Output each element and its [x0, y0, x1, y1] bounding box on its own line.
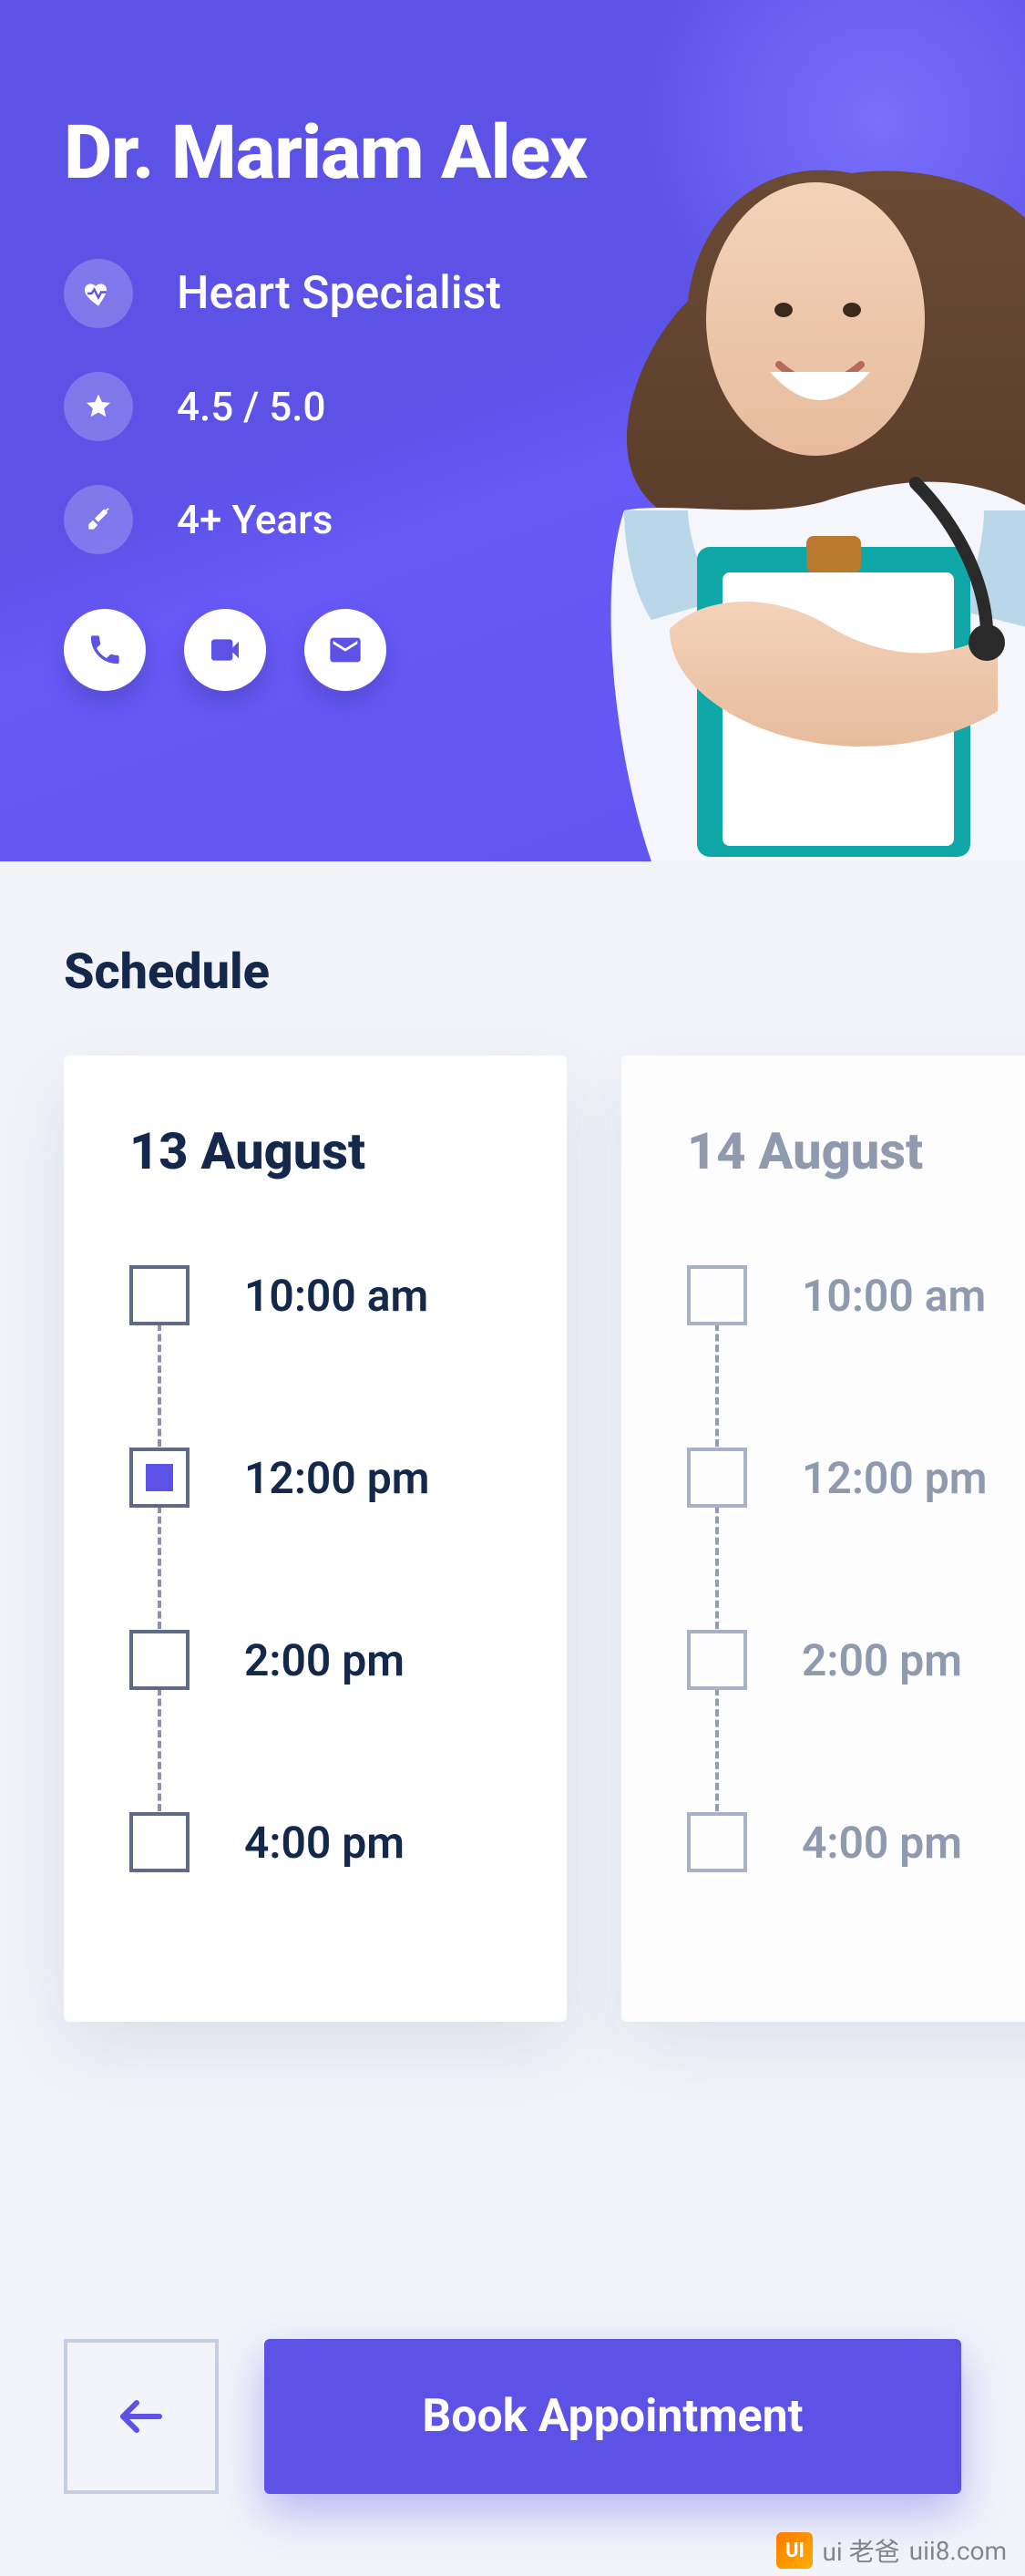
arrow-left-icon: [114, 2389, 169, 2444]
slot-time: 2:00 pm: [244, 1634, 405, 1686]
rating-text: 4.5 / 5.0: [177, 383, 326, 430]
slot-checkbox[interactable]: [129, 1812, 190, 1872]
slot-time: 4:00 pm: [244, 1817, 405, 1869]
experience-text: 4+ Years: [177, 496, 333, 543]
time-slot[interactable]: 12:00 pm: [129, 1446, 567, 1510]
email-button[interactable]: [304, 609, 386, 691]
back-button[interactable]: [64, 2339, 219, 2494]
heart-icon: [64, 259, 133, 328]
slot-checkbox[interactable]: [687, 1812, 747, 1872]
day-title: 14 August: [687, 1121, 1025, 1181]
doctor-name: Dr. Mariam Alex: [64, 109, 1025, 197]
watermark-text1: ui 老爸: [822, 2532, 899, 2569]
contact-actions: [64, 609, 1025, 691]
time-slot[interactable]: 10:00 am: [129, 1263, 567, 1327]
slot-time: 10:00 am: [802, 1270, 986, 1322]
day-card-inactive[interactable]: 14 August 10:00 am 12:00 pm 2:00 pm: [621, 1056, 1025, 2022]
phone-icon: [87, 632, 123, 668]
day-cards-scroll[interactable]: 13 August 10:00 am 12:00 pm 2:00 pm: [64, 1056, 961, 2022]
time-slot[interactable]: 12:00 pm: [687, 1446, 1025, 1510]
mail-icon: [327, 632, 364, 668]
specialty-row: Heart Specialist: [64, 259, 1025, 328]
slot-checkbox[interactable]: [687, 1630, 747, 1690]
slot-checkbox-selected[interactable]: [129, 1448, 190, 1508]
specialty-text: Heart Specialist: [177, 267, 501, 320]
video-call-button[interactable]: [184, 609, 266, 691]
slot-checkbox[interactable]: [129, 1630, 190, 1690]
doctor-header: Dr. Mariam Alex Heart Specialist 4.5 / 5…: [0, 0, 1025, 861]
call-button[interactable]: [64, 609, 146, 691]
star-icon: [64, 372, 133, 441]
watermark-text2: uii8.com: [909, 2536, 1007, 2566]
watermark: UI ui 老爸 uii8.com: [776, 2532, 1007, 2569]
slot-time: 10:00 am: [244, 1270, 428, 1322]
schedule-section: Schedule 13 August 10:00 am 12:00 pm 2:0…: [0, 861, 1025, 2022]
time-slot[interactable]: 4:00 pm: [129, 1810, 567, 1874]
slot-checkbox[interactable]: [687, 1265, 747, 1325]
slot-checkbox[interactable]: [687, 1448, 747, 1508]
day-title: 13 August: [129, 1121, 567, 1181]
experience-row: 4+ Years: [64, 485, 1025, 554]
time-slot[interactable]: 10:00 am: [687, 1263, 1025, 1327]
slot-checkbox[interactable]: [129, 1265, 190, 1325]
schedule-title: Schedule: [64, 943, 961, 1001]
slot-time: 12:00 pm: [802, 1452, 987, 1504]
time-slot[interactable]: 2:00 pm: [129, 1628, 567, 1692]
video-icon: [207, 632, 243, 668]
time-slot[interactable]: 4:00 pm: [687, 1810, 1025, 1874]
slot-time: 2:00 pm: [802, 1634, 962, 1686]
slot-time: 12:00 pm: [244, 1452, 429, 1504]
book-button-label: Book Appointment: [422, 2390, 803, 2443]
time-slot[interactable]: 2:00 pm: [687, 1628, 1025, 1692]
slot-time: 4:00 pm: [802, 1817, 962, 1869]
watermark-logo: UI: [776, 2532, 813, 2569]
rating-row: 4.5 / 5.0: [64, 372, 1025, 441]
day-card-active[interactable]: 13 August 10:00 am 12:00 pm 2:00 pm: [64, 1056, 567, 2022]
book-appointment-button[interactable]: Book Appointment: [264, 2339, 961, 2494]
syringe-icon: [64, 485, 133, 554]
footer-actions: Book Appointment: [64, 2339, 961, 2494]
